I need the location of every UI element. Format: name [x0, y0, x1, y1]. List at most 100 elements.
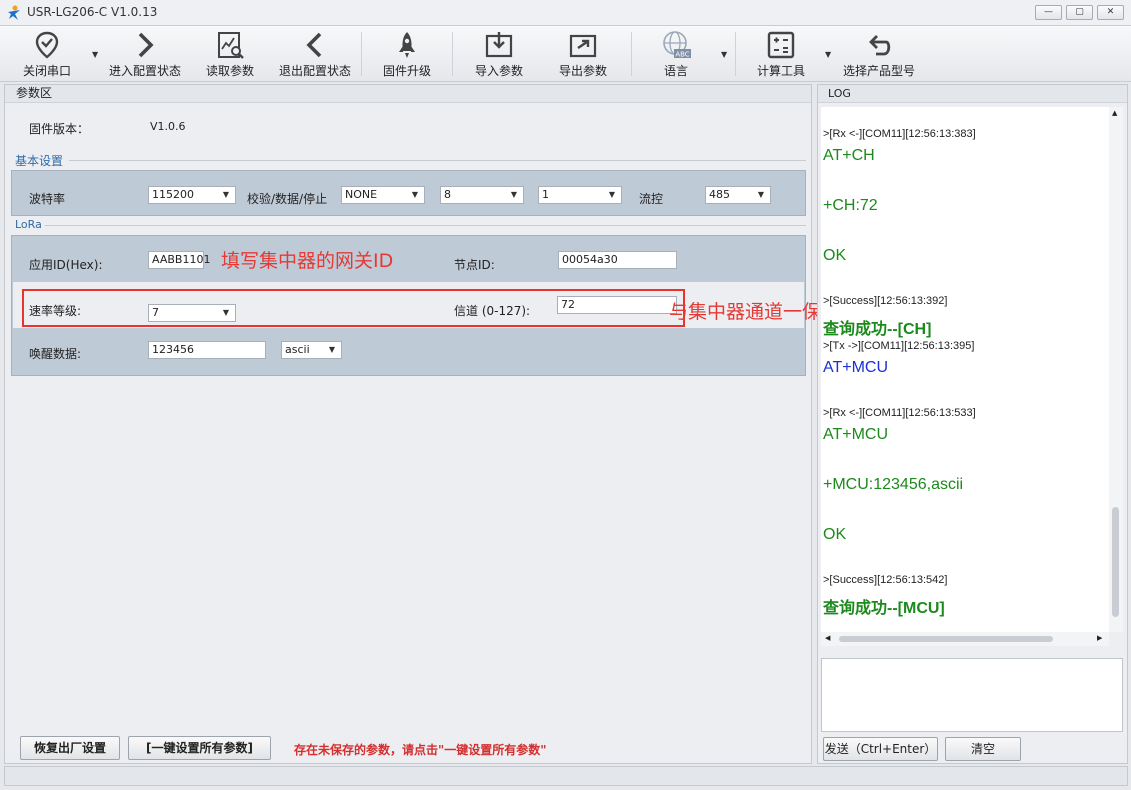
- export-params-button[interactable]: 导出参数: [552, 28, 614, 80]
- chevron-down-icon: ▼: [608, 190, 615, 199]
- channel-label: 信道 (0-127):: [454, 304, 531, 318]
- firmware-upgrade-label: 固件升级: [382, 64, 431, 78]
- wake-format-select[interactable]: ascii ▼: [281, 341, 342, 359]
- rate-level-select[interactable]: 7 ▼: [148, 304, 236, 322]
- toolbar-separator: [361, 32, 362, 76]
- close-port-label: 关闭串口: [22, 64, 71, 78]
- rate-level-label: 速率等级:: [29, 304, 82, 318]
- chevron-down-icon: ▼: [222, 190, 229, 199]
- baud-rate-select[interactable]: 115200 ▼: [148, 186, 236, 204]
- group-divider: [45, 225, 806, 226]
- log-panel: LOG >[Rx <-][COM11][12:56:13:383] AT+CH …: [817, 84, 1128, 764]
- log-entry: >[Tx ->][COM11][12:56:13:395]: [823, 340, 975, 352]
- rocket-icon: [399, 32, 415, 58]
- close-port-dropdown-icon[interactable]: ▼: [92, 50, 98, 59]
- set-all-params-button[interactable]: [一键设置所有参数]: [128, 736, 271, 760]
- title-bar: USR-LG206-C V1.0.13 — ▢ ✕: [0, 0, 1131, 26]
- wake-data-label: 唤醒数据:: [29, 347, 82, 361]
- stop-bits-value: 1: [542, 188, 549, 201]
- log-horizontal-scrollbar[interactable]: ◀ ▶: [821, 632, 1109, 646]
- app-logo-icon: [8, 5, 20, 20]
- read-params-label: 读取参数: [205, 64, 254, 78]
- stop-bits-select[interactable]: 1 ▼: [538, 186, 622, 204]
- log-entry: 查询成功--[MCU]: [823, 600, 945, 617]
- node-id-input[interactable]: 00054a30: [558, 251, 677, 269]
- firmware-upgrade-button[interactable]: 固件升级: [376, 28, 438, 80]
- data-bits-select[interactable]: 8 ▼: [440, 186, 524, 204]
- scroll-thumb[interactable]: [1112, 507, 1119, 617]
- scroll-up-icon[interactable]: ▲: [1112, 109, 1117, 117]
- lora-title: LoRa: [15, 218, 42, 231]
- flow-control-value: 485: [709, 188, 730, 201]
- toolbar-separator: [452, 32, 453, 76]
- log-panel-title: LOG: [818, 85, 1127, 103]
- send-input[interactable]: [821, 658, 1123, 732]
- undo-arrow-icon: [869, 35, 891, 56]
- log-vertical-scrollbar[interactable]: ▲: [1109, 107, 1123, 632]
- flow-control-select[interactable]: 485 ▼: [705, 186, 771, 204]
- chevron-down-icon: ▼: [510, 190, 517, 199]
- send-button[interactable]: 发送（Ctrl+Enter）: [823, 737, 938, 761]
- basic-settings-title: 基本设置: [15, 154, 64, 168]
- params-panel: 参数区 固件版本： V1.0.6 基本设置 波特率 115200 ▼ 校验/数据/…: [4, 84, 878, 764]
- parity-select[interactable]: NONE ▼: [341, 186, 425, 204]
- scroll-left-icon[interactable]: ◀: [825, 634, 830, 642]
- toolbar: 关闭串口 ▼ 进入配置状态 读取参数 退出配置状态 固件升级 导入参数 导出参数…: [0, 26, 1131, 82]
- app-id-label: 应用ID(Hex):: [29, 258, 103, 272]
- scroll-right-icon[interactable]: ▶: [1097, 634, 1102, 642]
- group-divider: [69, 160, 806, 161]
- log-entry: OK: [823, 247, 847, 264]
- rate-level-value: 7: [152, 306, 159, 319]
- chevron-down-icon: ▼: [757, 190, 764, 199]
- flow-control-label: 流控: [639, 192, 664, 206]
- baud-rate-value: 115200: [152, 188, 194, 201]
- exit-config-button[interactable]: 退出配置状态: [276, 28, 354, 80]
- chevron-right-icon: [138, 32, 154, 58]
- factory-reset-button[interactable]: 恢复出厂设置: [20, 736, 120, 760]
- calculator-icon: [767, 31, 795, 59]
- close-port-button[interactable]: 关闭串口: [16, 28, 78, 80]
- log-entry: AT+MCU: [823, 426, 889, 443]
- calc-tools-button[interactable]: 计算工具: [751, 28, 811, 80]
- language-dropdown-icon[interactable]: ▼: [721, 50, 727, 59]
- firmware-version-value: V1.0.6: [150, 120, 186, 133]
- app-id-input[interactable]: AABB1101: [148, 251, 210, 269]
- app-id-annotation: 填写集中器的网关ID: [221, 250, 394, 272]
- wake-data-input[interactable]: 123456: [148, 341, 266, 359]
- language-label: 语言: [663, 64, 688, 78]
- read-params-button[interactable]: 读取参数: [200, 28, 260, 80]
- chevron-down-icon: ▼: [222, 308, 229, 317]
- maximize-button[interactable]: ▢: [1066, 5, 1093, 20]
- close-window-button[interactable]: ✕: [1097, 5, 1124, 20]
- import-params-label: 导入参数: [474, 64, 523, 78]
- enter-config-button[interactable]: 进入配置状态: [105, 28, 185, 80]
- language-button[interactable]: ABC 语言: [648, 28, 704, 80]
- document-search-icon: [218, 32, 244, 59]
- toolbar-separator: [631, 32, 632, 76]
- app-id-value: AABB1101: [152, 253, 211, 266]
- export-icon: [569, 34, 597, 58]
- channel-value: 72: [561, 298, 575, 311]
- wake-format-value: ascii: [285, 343, 310, 356]
- node-id-label: 节点ID:: [454, 258, 495, 272]
- log-output[interactable]: >[Rx <-][COM11][12:56:13:383] AT+CH +CH:…: [821, 107, 1109, 632]
- globe-language-icon: ABC: [663, 31, 691, 59]
- channel-input[interactable]: 72: [557, 296, 677, 314]
- import-params-button[interactable]: 导入参数: [468, 28, 530, 80]
- parity-value: NONE: [345, 188, 378, 201]
- svg-text:ABC: ABC: [675, 51, 689, 59]
- select-model-button[interactable]: 选择产品型号: [840, 28, 918, 80]
- import-icon: [485, 32, 513, 58]
- select-model-label: 选择产品型号: [842, 64, 915, 78]
- minimize-button[interactable]: —: [1035, 5, 1062, 20]
- log-entry: >[Success][12:56:13:392]: [823, 295, 948, 307]
- chevron-down-icon: ▼: [411, 190, 418, 199]
- parity-label: 校验/数据/停止: [247, 192, 328, 206]
- scroll-thumb[interactable]: [839, 636, 1053, 642]
- baud-rate-label: 波特率: [29, 192, 66, 206]
- log-entry: AT+CH: [823, 147, 875, 164]
- log-entry: 查询成功--[CH]: [823, 321, 932, 338]
- toolbar-separator: [735, 32, 736, 76]
- calc-tools-dropdown-icon[interactable]: ▼: [825, 50, 831, 59]
- clear-button[interactable]: 清空: [945, 737, 1021, 761]
